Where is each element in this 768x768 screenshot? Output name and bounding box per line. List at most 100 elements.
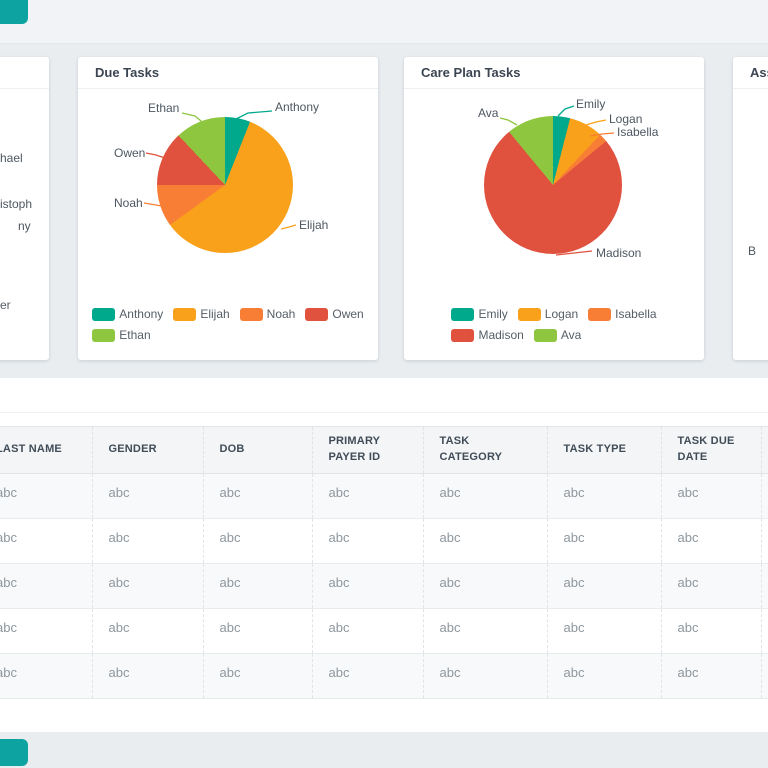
legend-item[interactable]: Anthony xyxy=(92,307,163,321)
column-header[interactable]: LAST NAME xyxy=(0,427,92,474)
table-row: abcabcabcabcabcabcabc xyxy=(0,519,768,564)
table-cell: abc xyxy=(203,564,312,609)
table-cell: abc xyxy=(0,519,92,564)
table-cell xyxy=(761,609,768,654)
column-header[interactable]: TASK TYPE xyxy=(547,427,661,474)
pie-slice-label: Owen xyxy=(114,146,145,160)
tasks-table-section: LAST NAMEGENDERDOBPRIMARY PAYER IDTASK C… xyxy=(0,378,768,732)
table-row: abcabcabcabcabcabcabc xyxy=(0,654,768,699)
table-cell: abc xyxy=(203,474,312,519)
card-care-plan-tasks: Care Plan Tasks Ava Emily Logan Isabella… xyxy=(404,57,704,360)
legend-row: Anthony Elijah Noah Owen xyxy=(92,307,363,321)
table-cell: abc xyxy=(661,564,761,609)
table-cell: abc xyxy=(547,519,661,564)
legend-chip xyxy=(518,308,541,321)
table-body: abcabcabcabcabcabcabcabcabcabcabcabcabca… xyxy=(0,474,768,699)
card-title: Due Tasks xyxy=(78,57,378,89)
table-cell: abc xyxy=(423,609,547,654)
care-plan-tasks-legend: Emily Logan Isabella Madison Ava xyxy=(451,307,656,342)
legend-chip xyxy=(92,329,115,342)
legend-chip xyxy=(240,308,263,321)
care-plan-tasks-chart: Ava Emily Logan Isabella Madison xyxy=(404,89,704,295)
care-plan-tasks-pie[interactable] xyxy=(484,116,622,254)
legend-item[interactable]: Ava xyxy=(534,328,581,342)
table-cell: abc xyxy=(0,654,92,699)
table-cell: abc xyxy=(423,474,547,519)
legend-item-label: Owen xyxy=(332,307,363,321)
table-cell xyxy=(761,564,768,609)
column-header[interactable]: TASK CATEGORY xyxy=(423,427,547,474)
table-cell: abc xyxy=(661,654,761,699)
legend-item-label: Isabella xyxy=(615,307,656,321)
column-header[interactable]: DOB xyxy=(203,427,312,474)
table-cell: abc xyxy=(0,564,92,609)
corner-accent-button-top[interactable] xyxy=(0,0,28,24)
table-cell: abc xyxy=(203,654,312,699)
legend-chip xyxy=(92,308,115,321)
legend-item[interactable]: Isabella xyxy=(588,307,656,321)
table-cell xyxy=(761,474,768,519)
legend-item[interactable]: Ethan xyxy=(92,328,150,342)
card-right-partial: Ass B xyxy=(733,57,768,360)
table-cell: abc xyxy=(92,564,203,609)
card-left-partial: hael istoph ny er xyxy=(0,57,49,360)
table-cell: abc xyxy=(312,474,423,519)
legend-item-label: Emily xyxy=(478,307,507,321)
table-row: abcabcabcabcabcabcabc xyxy=(0,609,768,654)
column-header[interactable] xyxy=(761,427,768,474)
top-header-band xyxy=(0,0,768,44)
legend-item[interactable]: Noah xyxy=(240,307,296,321)
legend-item[interactable]: Logan xyxy=(518,307,578,321)
table-cell: abc xyxy=(92,654,203,699)
table-cell: abc xyxy=(423,564,547,609)
pie-slice-label: ny xyxy=(18,219,31,233)
due-tasks-legend: Anthony Elijah Noah Owen Ethan xyxy=(92,307,363,342)
table-cell: abc xyxy=(0,474,92,519)
legend-item[interactable]: Emily xyxy=(451,307,507,321)
pie-slice-label: Noah xyxy=(114,196,143,210)
table-cell: abc xyxy=(661,519,761,564)
table-row: abcabcabcabcabcabcabc xyxy=(0,564,768,609)
legend-item-label: Logan xyxy=(545,307,578,321)
table-cell: abc xyxy=(92,519,203,564)
card-due-tasks: Due Tasks Ethan Anthony Owen Noah Elijah… xyxy=(78,57,378,360)
table-cell: abc xyxy=(92,609,203,654)
due-tasks-pie[interactable] xyxy=(157,117,293,253)
table-head: LAST NAMEGENDERDOBPRIMARY PAYER IDTASK C… xyxy=(0,427,768,474)
table-cell: abc xyxy=(312,609,423,654)
table-cell: abc xyxy=(203,609,312,654)
table-cell: abc xyxy=(203,519,312,564)
pie-slice-label: Anthony xyxy=(275,100,319,114)
legend-row: Ethan xyxy=(92,328,363,342)
card-title xyxy=(0,57,49,89)
column-header[interactable]: GENDER xyxy=(92,427,203,474)
pie-slice-label: Elijah xyxy=(299,218,328,232)
table-cell: abc xyxy=(547,609,661,654)
table-cell: abc xyxy=(547,654,661,699)
section-divider xyxy=(0,412,768,413)
pie-slice-label: istoph xyxy=(0,197,32,211)
table-row: abcabcabcabcabcabcabc xyxy=(0,474,768,519)
pie-slice-label: Logan xyxy=(609,112,642,126)
tasks-table: LAST NAMEGENDERDOBPRIMARY PAYER IDTASK C… xyxy=(0,426,768,699)
table-cell: abc xyxy=(92,474,203,519)
column-header[interactable]: TASK DUE DATE xyxy=(661,427,761,474)
pie-slice-label: Isabella xyxy=(617,125,658,139)
corner-accent-button-bottom[interactable] xyxy=(0,739,28,766)
pie-slice-label: Emily xyxy=(576,97,605,111)
legend-item-label: Ava xyxy=(561,328,581,342)
table-header-row: LAST NAMEGENDERDOBPRIMARY PAYER IDTASK C… xyxy=(0,427,768,474)
table-cell: abc xyxy=(423,519,547,564)
legend-row: Madison Ava xyxy=(451,328,656,342)
pie-slice-label: hael xyxy=(0,151,23,165)
legend-item-label: Madison xyxy=(478,328,523,342)
table-cell xyxy=(761,654,768,699)
legend-item[interactable]: Elijah xyxy=(173,307,229,321)
legend-chip xyxy=(588,308,611,321)
table-cell: abc xyxy=(423,654,547,699)
table-cell: abc xyxy=(0,609,92,654)
column-header[interactable]: PRIMARY PAYER ID xyxy=(312,427,423,474)
legend-item[interactable]: Owen xyxy=(305,307,363,321)
legend-item[interactable]: Madison xyxy=(451,328,523,342)
legend-chip xyxy=(451,329,474,342)
